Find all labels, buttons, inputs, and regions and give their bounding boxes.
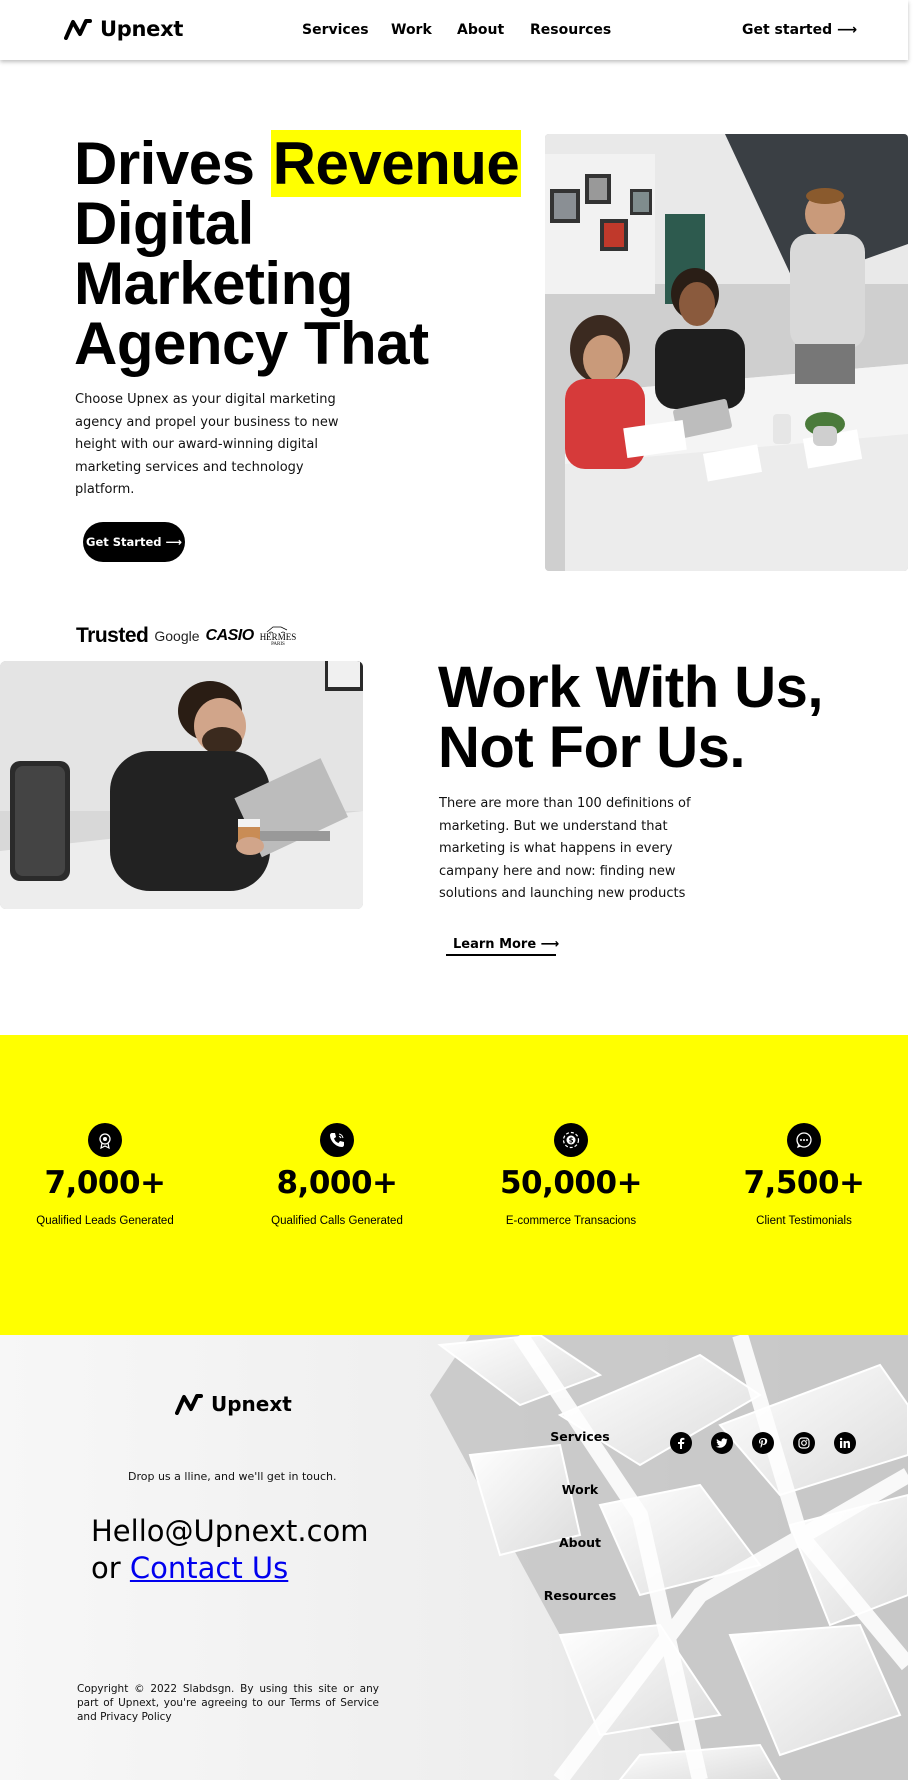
footer-nav-about[interactable]: About: [520, 1535, 640, 1550]
contact-us-link[interactable]: Contact Us: [130, 1551, 288, 1585]
footer-contact: Hello@Upnext.com or Contact Us: [91, 1513, 421, 1587]
footer-email[interactable]: Hello@Upnext.com: [91, 1513, 421, 1550]
learn-more-link[interactable]: Learn More ⟶: [446, 937, 559, 956]
stat-value: 50,000+: [499, 1165, 643, 1201]
facebook-icon[interactable]: [670, 1432, 692, 1454]
trusted-label: Trusted: [76, 624, 149, 647]
header-logo[interactable]: Upnext: [64, 17, 183, 41]
casio-logo: CASIO: [205, 627, 255, 644]
hero-title-highlight: Revenue: [270, 130, 522, 197]
google-logo: Google: [154, 628, 200, 644]
hero-title-prefix: Drives: [74, 130, 271, 197]
brand-name: Upnext: [100, 17, 184, 41]
svg-text:$: $: [569, 1137, 574, 1145]
linkedin-icon[interactable]: [834, 1432, 856, 1454]
hero-description: Choose Upnex as your digital marketing a…: [75, 392, 339, 497]
footer-or: or: [91, 1551, 130, 1585]
stat-leads: 7,000+ Qualified Leads Generated: [0, 1123, 215, 1227]
logo-icon: [64, 19, 92, 40]
stat-value: 8,000+: [276, 1165, 398, 1201]
trusted-brands: Trusted Google CASIO HERMES PARIS: [76, 624, 296, 648]
phone-icon: [320, 1123, 354, 1157]
footer-brand-name: Upnext: [211, 1392, 292, 1416]
stat-label: Client Testimonials: [756, 1215, 852, 1227]
work-title: Work With Us, Not For Us.: [438, 655, 824, 780]
pinterest-icon[interactable]: [752, 1432, 774, 1454]
footer-tagline: Drop us a lline, and we'll get in touch.: [128, 1470, 337, 1483]
footer-logo[interactable]: Upnext: [175, 1392, 292, 1416]
hermes-city: PARIS: [271, 642, 285, 647]
instagram-icon[interactable]: [793, 1432, 815, 1454]
dollar-icon: $: [554, 1123, 588, 1157]
footer-nav-work[interactable]: Work: [520, 1482, 640, 1497]
stat-label: Qualified Calls Generated: [271, 1215, 403, 1227]
stat-calls: 8,000+ Qualified Calls Generated: [227, 1123, 447, 1227]
hero-title-rest: Digital Marketing Agency That: [74, 190, 429, 377]
site-header: Upnext Services Work About Resources Get…: [0, 0, 908, 60]
nav-resources[interactable]: Resources: [530, 22, 611, 38]
stat-value: 7,000+: [44, 1165, 166, 1201]
site-footer: Upnext Drop us a lline, and we'll get in…: [0, 1335, 908, 1780]
footer-nav-resources[interactable]: Resources: [520, 1588, 640, 1603]
get-started-button[interactable]: Get Started ⟶: [83, 522, 185, 562]
hermes-logo: HERMES PARIS: [259, 624, 297, 648]
hermes-wordmark: HERMES: [259, 632, 297, 642]
chat-icon: [787, 1123, 821, 1157]
stat-label: Qualified Leads Generated: [36, 1215, 174, 1227]
stat-testimonials: 7,500+ Client Testimonials: [694, 1123, 913, 1227]
work-description: There are more than 100 definitions of m…: [439, 796, 691, 901]
hero-title: Drives Revenue Digital Marketing Agency …: [74, 130, 534, 377]
work-photo: [0, 661, 363, 909]
nav-work[interactable]: Work: [391, 22, 432, 38]
footer-nav-services[interactable]: Services: [520, 1429, 640, 1444]
nav-about[interactable]: About: [457, 22, 504, 38]
get-started-link[interactable]: Get started ⟶: [742, 22, 857, 38]
stats-section: 7,000+ Qualified Leads Generated 8,000+ …: [0, 1035, 908, 1335]
stat-label: E-commerce Transacions: [505, 1215, 637, 1227]
social-links: [670, 1432, 856, 1454]
twitter-icon[interactable]: [711, 1432, 733, 1454]
stat-value: 7,500+: [743, 1165, 865, 1201]
copyright-text: Copyright © 2022 Slabdsgn. By using this…: [77, 1683, 379, 1723]
logo-icon: [175, 1394, 203, 1415]
stat-transactions: $ 50,000+ E-commerce Transacions: [461, 1123, 681, 1227]
nav-services[interactable]: Services: [302, 22, 369, 38]
hero-team-photo: [545, 134, 908, 571]
badge-icon: [88, 1123, 122, 1157]
